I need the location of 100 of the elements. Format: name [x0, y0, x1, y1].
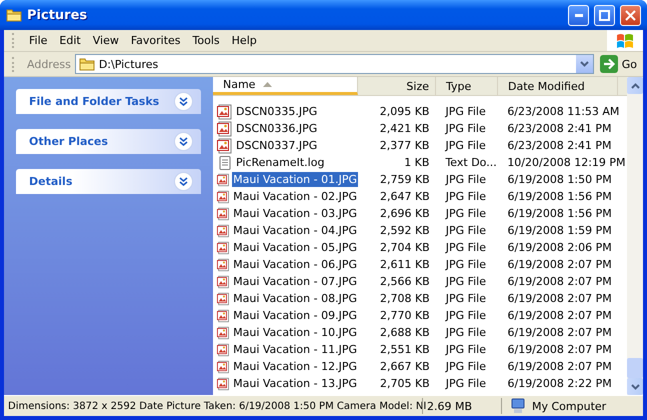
close-icon	[625, 10, 636, 20]
task-pane-header[interactable]: Other Places	[16, 129, 201, 154]
file-type: JPG File	[444, 173, 488, 186]
file-date: 6/19/2008 1:56 PM	[506, 207, 613, 220]
file-name[interactable]: Maui Vacation - 02.JPG	[232, 189, 358, 204]
file-size: 2,708 KB	[378, 292, 431, 305]
file-date: 6/19/2008 2:07 PM	[506, 292, 613, 305]
address-field[interactable]: D:\Pictures	[74, 54, 594, 74]
file-type: JPG File	[444, 139, 487, 152]
file-name[interactable]: Maui Vacation - 13.JPG	[232, 376, 358, 391]
file-name[interactable]: DSCN0337.JPG	[235, 138, 318, 153]
text-file-icon	[217, 154, 233, 170]
caret-icon	[580, 61, 589, 67]
image-file-icon	[217, 324, 230, 340]
file-date: 6/19/2008 2:07 PM	[506, 309, 613, 322]
column-header[interactable]: Name	[213, 77, 358, 95]
task-pane-header[interactable]: Details	[16, 169, 201, 194]
image-file-icon	[217, 206, 230, 222]
address-label: Address	[27, 58, 71, 70]
menu-item[interactable]: Favorites	[124, 34, 187, 47]
file-date: 6/19/2008 2:07 PM	[506, 343, 613, 356]
file-name[interactable]: Maui Vacation - 08.JPG	[232, 291, 358, 306]
column-header[interactable]: Type	[436, 77, 498, 95]
menu-item[interactable]: File	[23, 34, 54, 47]
column-header[interactable]: Size	[358, 77, 436, 95]
file-size: 2,421 KB	[378, 122, 430, 135]
chevron-icon[interactable]	[174, 172, 193, 191]
image-file-icon	[217, 138, 233, 154]
file-name[interactable]: Maui Vacation - 03.JPG	[232, 206, 358, 221]
file-date: 6/19/2008 1:56 PM	[506, 190, 613, 203]
image-file-icon	[217, 120, 233, 136]
file-type: JPG File	[444, 105, 487, 118]
maximize-button[interactable]	[594, 4, 615, 26]
file-type: JPG File	[444, 258, 488, 271]
file-name[interactable]: Maui Vacation - 09.JPG	[232, 308, 358, 323]
file-size: 2,647 KB	[378, 190, 431, 203]
file-date: 6/19/2008 2:22 PM	[506, 377, 613, 390]
minimize-button[interactable]	[568, 4, 589, 26]
file-type: JPG File	[444, 343, 488, 356]
file-date: 6/19/2008 2:07 PM	[506, 360, 613, 373]
file-type: JPG File	[444, 122, 487, 135]
file-name[interactable]: Maui Vacation - 01.JPG	[232, 172, 358, 187]
file-type: JPG File	[444, 326, 488, 339]
file-name[interactable]: Maui Vacation - 10.JPG	[232, 325, 358, 340]
folder-icon	[6, 8, 22, 22]
image-file-icon	[217, 240, 230, 256]
file-date: 6/19/2008 2:06 PM	[506, 241, 613, 254]
file-size: 2,770 KB	[378, 309, 431, 322]
file-name[interactable]: Maui Vacation - 11.JPG	[232, 342, 358, 357]
file-date: 6/19/2008 2:07 PM	[506, 275, 613, 288]
file-type: JPG File	[444, 207, 488, 220]
image-file-icon	[217, 172, 230, 188]
file-type: JPG File	[444, 377, 488, 390]
file-name[interactable]: Maui Vacation - 04.JPG	[232, 223, 358, 238]
file-date: 6/23/2008 11:53 AM	[506, 105, 620, 118]
file-type: JPG File	[444, 360, 488, 373]
file-size: 2,704 KB	[378, 241, 431, 254]
window-title: Pictures	[27, 8, 88, 22]
file-date: 6/19/2008 2:07 PM	[506, 326, 613, 339]
maximize-icon	[599, 10, 610, 20]
file-type: JPG File	[444, 309, 488, 322]
image-file-icon	[217, 104, 233, 120]
computer-icon	[510, 398, 526, 414]
file-size: 2,377 KB	[378, 139, 430, 152]
status-zone: My Computer	[532, 400, 606, 412]
chevron-icon[interactable]	[174, 132, 193, 151]
file-name[interactable]: Maui Vacation - 05.JPG	[232, 240, 358, 255]
file-type: Text Do...	[444, 156, 498, 169]
file-name[interactable]: PicRenameIt.log	[235, 155, 326, 170]
file-size: 2,592 KB	[378, 224, 431, 237]
file-size: 2,688 KB	[378, 326, 431, 339]
scroll-up-icon[interactable]	[630, 82, 640, 88]
task-pane-header[interactable]: File and Folder Tasks	[16, 89, 201, 114]
file-size: 2,696 KB	[378, 207, 431, 220]
image-file-icon	[217, 376, 230, 392]
close-button[interactable]	[620, 4, 641, 26]
file-size: 1 KB	[403, 156, 430, 169]
menu-item[interactable]: Edit	[53, 34, 87, 47]
dropdown-button[interactable]	[576, 55, 593, 73]
file-type: JPG File	[444, 190, 488, 203]
menu-item[interactable]: Tools	[186, 34, 226, 47]
minimize-icon	[574, 14, 582, 16]
menu-item[interactable]: View	[86, 34, 125, 47]
menu-item[interactable]: Help	[226, 34, 263, 47]
image-file-icon	[217, 308, 230, 324]
chevron-icon[interactable]	[174, 92, 193, 111]
sort-arrow-icon	[263, 82, 272, 87]
file-name[interactable]: DSCN0336.JPG	[235, 121, 318, 136]
image-file-icon	[217, 188, 230, 204]
scroll-down-icon[interactable]	[630, 384, 640, 390]
scroll-thumb[interactable]	[627, 358, 643, 378]
file-name[interactable]: Maui Vacation - 12.JPG	[232, 359, 358, 374]
file-size: 2,667 KB	[378, 360, 431, 373]
file-size: 2,551 KB	[378, 343, 431, 356]
column-header[interactable]: Date Modified	[498, 77, 618, 95]
file-name[interactable]: Maui Vacation - 07.JPG	[232, 274, 358, 289]
file-name[interactable]: DSCN0335.JPG	[235, 104, 318, 119]
image-file-icon	[217, 222, 230, 238]
file-name[interactable]: Maui Vacation - 06.JPG	[232, 257, 358, 272]
go-button[interactable]: Go	[598, 55, 643, 73]
